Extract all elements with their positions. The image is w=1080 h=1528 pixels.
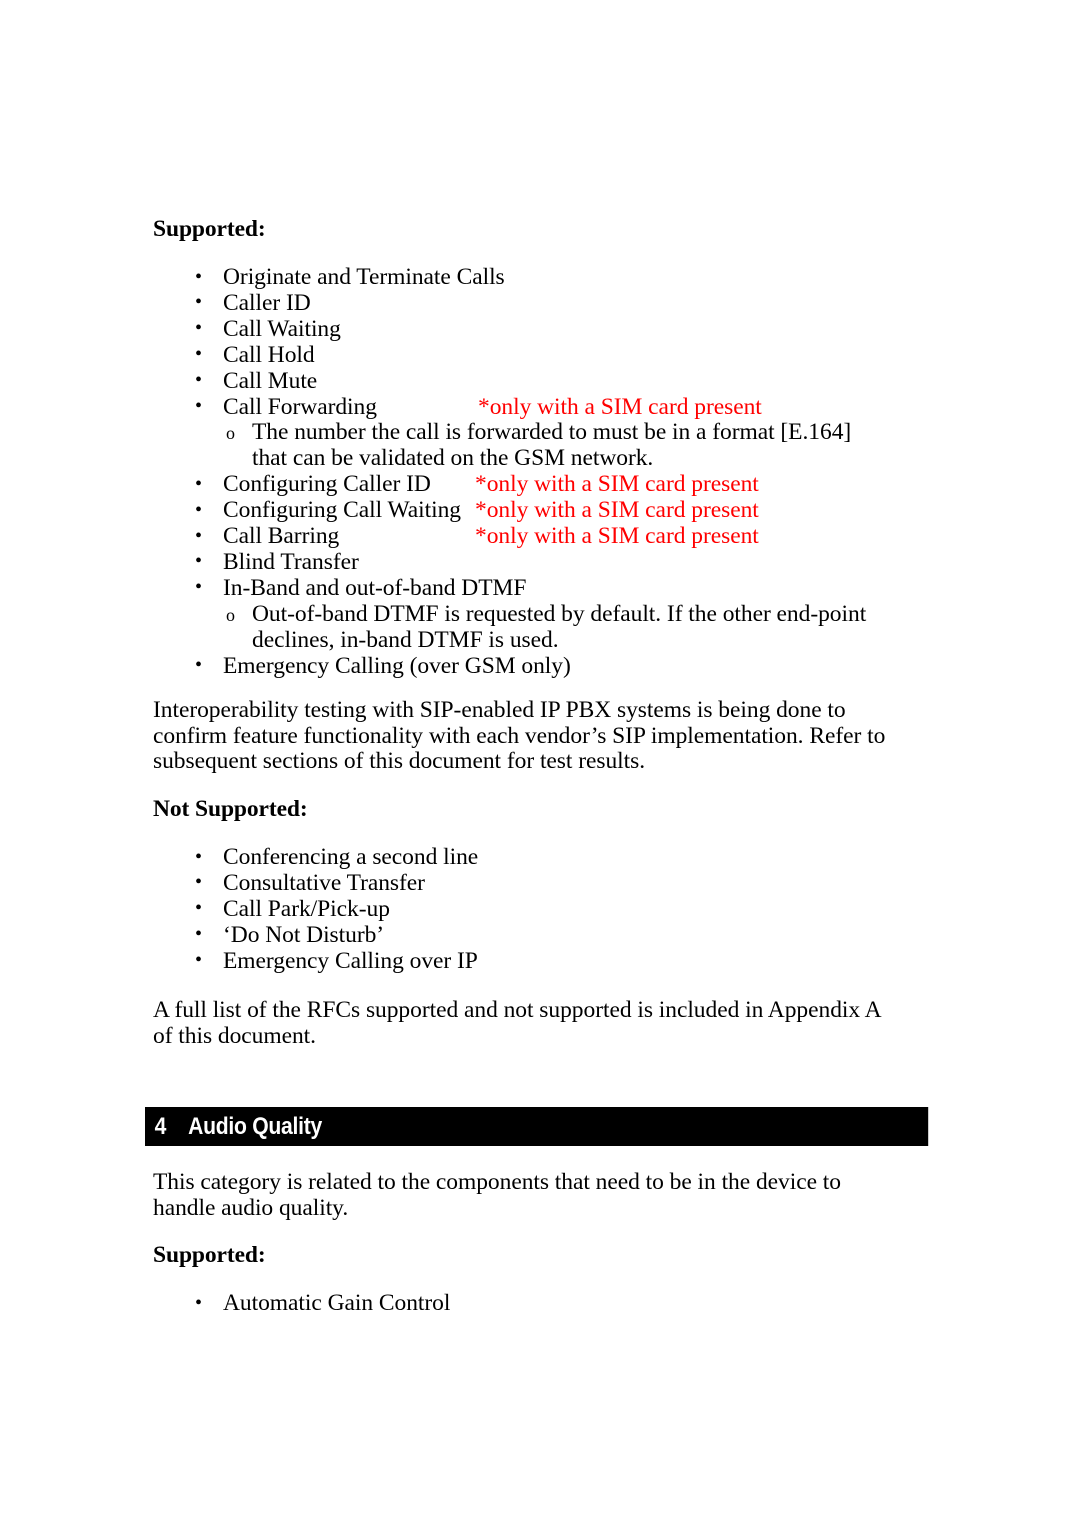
feature-label: Configuring Caller ID (223, 471, 431, 498)
feature-label: ‘Do Not Disturb’ (223, 921, 385, 948)
feature-label: Consultative Transfer (223, 869, 425, 896)
list-item: Call Waiting (191, 315, 951, 343)
feature-label: Call Mute (223, 367, 318, 394)
sim-note: *only with a SIM card present (475, 497, 759, 524)
list-item: Configuring Call Waiting *only with a SI… (191, 497, 951, 524)
list-item: Configuring Caller ID *only with a SIM c… (191, 471, 951, 498)
supported-feature-list: Originate and Terminate Calls Caller ID … (191, 264, 951, 680)
list-item: Call Forwarding *only with a SIM card pr… (191, 393, 951, 421)
feature-label: Call Waiting (223, 315, 341, 342)
feature-label: Emergency Calling (over GSM only) (223, 652, 571, 679)
not-supported-feature-list: Conferencing a second line Consultative … (191, 844, 951, 975)
feature-label: Call Forwarding (223, 393, 377, 420)
list-item: Conferencing a second line (191, 844, 951, 871)
feature-label: Blind Transfer (223, 548, 359, 575)
section-title: Audio Quality (188, 1112, 322, 1140)
section-number: 4 (154, 1112, 167, 1140)
list-item: Caller ID (191, 289, 951, 317)
not-supported-heading: Not Supported: (153, 796, 308, 822)
feature-label: In-Band and out-of-band DTMF (223, 574, 527, 601)
feature-label: Call Barring (223, 523, 340, 550)
feature-label: Call Park/Pick-up (223, 895, 390, 922)
list-item: ‘Do Not Disturb’ (191, 921, 951, 949)
sim-note: *only with a SIM card present (475, 471, 759, 498)
interoperability-paragraph: Interoperability testing with SIP-enable… (153, 697, 886, 775)
list-item: Call Park/Pick-up (191, 895, 951, 923)
feature-label: Automatic Gain Control (223, 1290, 451, 1316)
feature-label: Emergency Calling over IP (223, 947, 478, 974)
list-item-sub-container: The number the call is forwarded to must… (191, 420, 951, 472)
list-item: Call Mute (191, 367, 951, 395)
rfc-paragraph: A full list of the RFCs supported and no… (153, 997, 881, 1049)
list-item: In-Band and out-of-band DTMF (191, 574, 951, 602)
list-item: Call Hold (191, 341, 951, 369)
sub-list-item: Out-of-band DTMF is requested by default… (226, 600, 951, 654)
feature-label: Caller ID (223, 289, 311, 316)
sub-list-item: The number the call is forwarded to must… (226, 420, 951, 472)
sim-note: *only with a SIM card present (475, 523, 759, 550)
list-item: Consultative Transfer (191, 869, 951, 897)
list-item: Call Barring *only with a SIM card prese… (191, 523, 951, 550)
feature-label: Configuring Call Waiting (223, 497, 461, 524)
feature-label: Conferencing a second line (223, 844, 479, 870)
audio-supported-heading: Supported: (153, 1242, 266, 1268)
list-item: Emergency Calling (over GSM only) (191, 652, 951, 680)
list-item-sub-container: Out-of-band DTMF is requested by default… (191, 600, 951, 654)
list-item: Emergency Calling over IP (191, 947, 951, 975)
feature-label: Originate and Terminate Calls (223, 264, 505, 290)
sub-item-text: Out-of-band DTMF is requested by default… (252, 600, 867, 653)
list-item: Blind Transfer (191, 548, 951, 576)
sub-item-text: The number the call is forwarded to must… (252, 419, 852, 472)
feature-label: Call Hold (223, 341, 315, 368)
dtmf-sub-list: Out-of-band DTMF is requested by default… (191, 600, 951, 654)
list-item: Originate and Terminate Calls (191, 264, 951, 291)
supported-heading: Supported: (153, 216, 266, 242)
section-heading-bar: 4 Audio Quality (145, 1107, 929, 1146)
audio-quality-paragraph: This category is related to the componen… (153, 1169, 841, 1221)
document-page: Supported: Originate and Terminate Calls… (0, 0, 1080, 1528)
call-forwarding-sub-list: The number the call is forwarded to must… (191, 420, 951, 472)
sim-note: *only with a SIM card present (478, 393, 762, 420)
audio-quality-supported-list: Automatic Gain Control (191, 1290, 951, 1317)
list-item: Automatic Gain Control (191, 1290, 951, 1317)
